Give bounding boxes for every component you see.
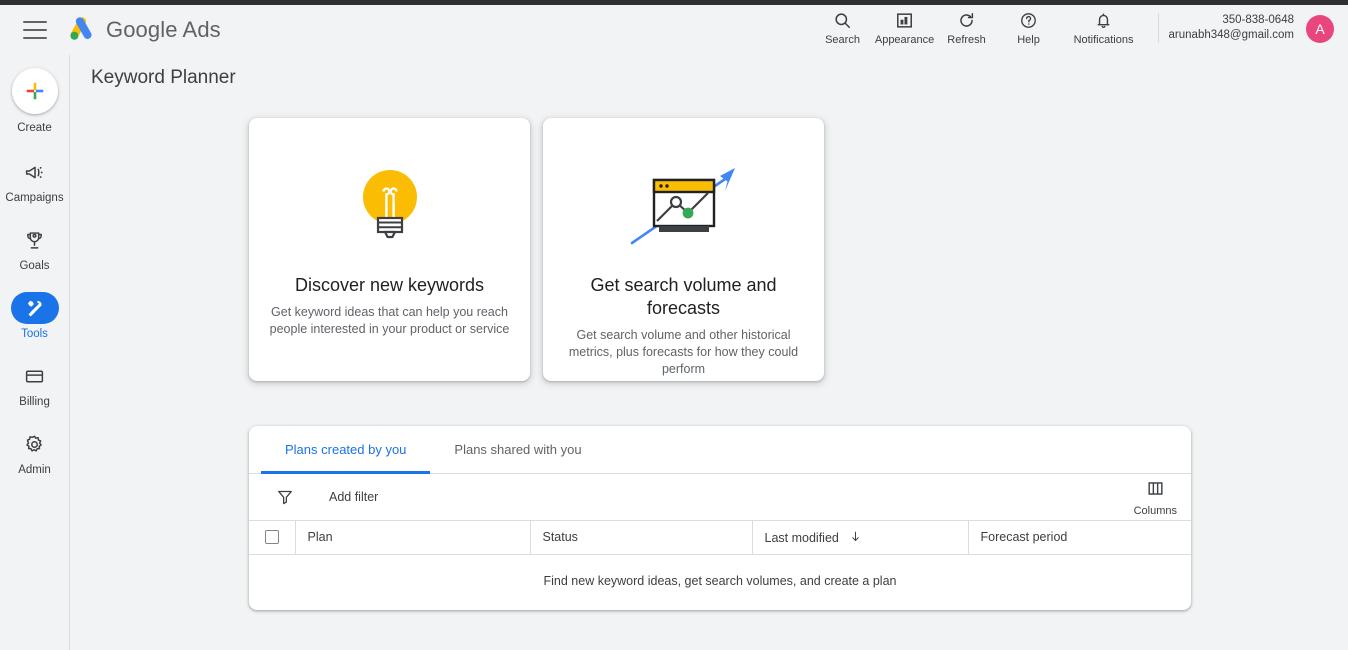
column-header-forecast-period-label: Forecast period <box>980 530 1068 545</box>
tab-plans-created-by-you-label: Plans created by you <box>285 442 407 457</box>
refresh-label: Refresh <box>947 34 986 46</box>
account-email: arunabh348@gmail.com <box>1168 29 1294 41</box>
notifications-button[interactable]: Notifications <box>1060 9 1148 46</box>
discover-keywords-title: Discover new keywords <box>294 275 485 295</box>
help-button[interactable]: Help <box>998 9 1060 46</box>
trophy-icon <box>11 224 59 256</box>
column-header-last-modified[interactable]: Last modified <box>752 521 969 555</box>
column-header-status[interactable]: Status <box>530 521 753 555</box>
sidebar-item-goals[interactable]: Goals <box>0 224 69 272</box>
column-header-plan[interactable]: Plan <box>295 521 531 555</box>
account-id: 350-838-0648 <box>1222 14 1294 26</box>
table-header-row: Plan Status Last modified Forecast perio… <box>249 521 1191 555</box>
filter-toolbar: Add filter Columns <box>249 474 1191 521</box>
discover-keywords-description: Get keyword ideas that can help you reac… <box>269 305 510 336</box>
hamburger-menu-icon[interactable] <box>23 21 47 39</box>
sidebar-label-campaigns: Campaigns <box>5 192 64 204</box>
plans-table-header: Plan Status Last modified Forecast perio… <box>249 521 1191 555</box>
sidebar-label-billing: Billing <box>19 396 50 408</box>
sidebar-label-create: Create <box>17 122 52 134</box>
lightbulb-icon <box>359 156 421 256</box>
sidebar-label-goals: Goals <box>19 260 50 272</box>
brand-google-text: Google <box>106 17 178 42</box>
plans-empty-state: Find new keyword ideas, get search volum… <box>249 555 1191 610</box>
sidebar-item-create[interactable]: Create <box>0 68 69 134</box>
search-volume-forecasts-title: Get search volume and forecasts <box>590 275 777 318</box>
page-title: Keyword Planner <box>91 67 236 88</box>
plus-icon <box>26 82 43 100</box>
brand-ads-text: Ads <box>182 17 221 42</box>
appearance-icon <box>895 9 914 31</box>
add-filter-button[interactable]: Add filter <box>329 490 378 504</box>
create-button-circle <box>11 68 58 114</box>
sidebar-item-tools[interactable]: Tools <box>0 292 69 340</box>
forecast-chart-icon <box>628 156 740 256</box>
sidebar-item-admin[interactable]: Admin <box>0 428 69 476</box>
bell-icon <box>1094 9 1113 31</box>
gear-icon <box>11 428 59 460</box>
column-header-plan-label: Plan <box>307 530 333 545</box>
sidebar-item-billing[interactable]: Billing <box>0 360 69 408</box>
plans-table: Plan Status Last modified Forecast perio… <box>249 521 1191 555</box>
action-cards: Discover new keywords Get keyword ideas … <box>249 118 1348 381</box>
sidebar-label-admin: Admin <box>18 464 51 476</box>
help-icon <box>1019 9 1038 31</box>
app-header: Google Ads Search Appearance Refresh Hel… <box>0 5 1348 55</box>
header-actions: Search Appearance Refresh Help Notificat… <box>812 5 1348 55</box>
tab-plans-shared-with-you[interactable]: Plans shared with you <box>430 426 605 473</box>
tools-icon <box>10 292 59 324</box>
tab-plans-created-by-you[interactable]: Plans created by you <box>261 426 431 474</box>
tab-plans-shared-with-you-label: Plans shared with you <box>454 442 582 457</box>
search-label: Search <box>825 34 860 46</box>
brand-wordmark: Google Ads <box>106 17 221 43</box>
keyword-planner-page: Google Ads Search Appearance Refresh Hel… <box>0 0 1348 650</box>
column-header-status-label: Status <box>542 530 578 545</box>
column-header-last-modified-label: Last modified <box>764 530 839 545</box>
filter-icon[interactable] <box>276 488 294 506</box>
sort-descending-arrow-icon <box>852 531 860 541</box>
refresh-button[interactable]: Refresh <box>936 9 998 46</box>
credit-card-icon <box>11 360 59 392</box>
column-header-forecast-period[interactable]: Forecast period <box>968 521 1191 555</box>
sidebar-item-campaigns[interactable]: Campaigns <box>0 156 69 204</box>
plans-empty-message: Find new keyword ideas, get search volum… <box>543 574 897 588</box>
header-divider <box>1157 13 1159 43</box>
notifications-label: Notifications <box>1073 34 1134 46</box>
megaphone-icon <box>11 156 59 188</box>
sidebar-nav: Create Campaigns Goals Tools Billing Adm… <box>0 55 70 650</box>
avatar-initial: A <box>1315 21 1325 37</box>
select-all-checkbox[interactable] <box>265 530 279 545</box>
refresh-icon <box>957 9 976 31</box>
appearance-button[interactable]: Appearance <box>874 9 936 46</box>
google-ads-icon <box>70 17 92 40</box>
account-info[interactable]: 350-838-0648 arunabh348@gmail.com <box>1169 13 1294 43</box>
columns-label: Columns <box>1133 505 1177 517</box>
main-content: Keyword Planner Discover new keywords Ge… <box>71 55 1348 650</box>
columns-button[interactable]: Columns <box>1134 479 1177 517</box>
search-volume-forecasts-description: Get search volume and other historical m… <box>568 328 799 376</box>
search-button[interactable]: Search <box>812 9 874 46</box>
avatar[interactable]: A <box>1306 15 1334 43</box>
plans-panel: Plans created by you Plans shared with y… <box>249 426 1191 610</box>
search-icon <box>833 9 852 31</box>
help-label: Help <box>1017 34 1040 46</box>
sidebar-label-tools: Tools <box>21 328 48 340</box>
columns-icon <box>1146 479 1165 503</box>
search-volume-forecasts-card[interactable]: Get search volume and forecasts Get sear… <box>543 118 824 381</box>
discover-keywords-card[interactable]: Discover new keywords Get keyword ideas … <box>249 118 530 381</box>
plans-tabs: Plans created by you Plans shared with y… <box>249 426 1191 474</box>
google-ads-logo[interactable]: Google Ads <box>66 17 221 43</box>
appearance-label: Appearance <box>874 34 935 46</box>
select-all-header <box>249 521 296 555</box>
